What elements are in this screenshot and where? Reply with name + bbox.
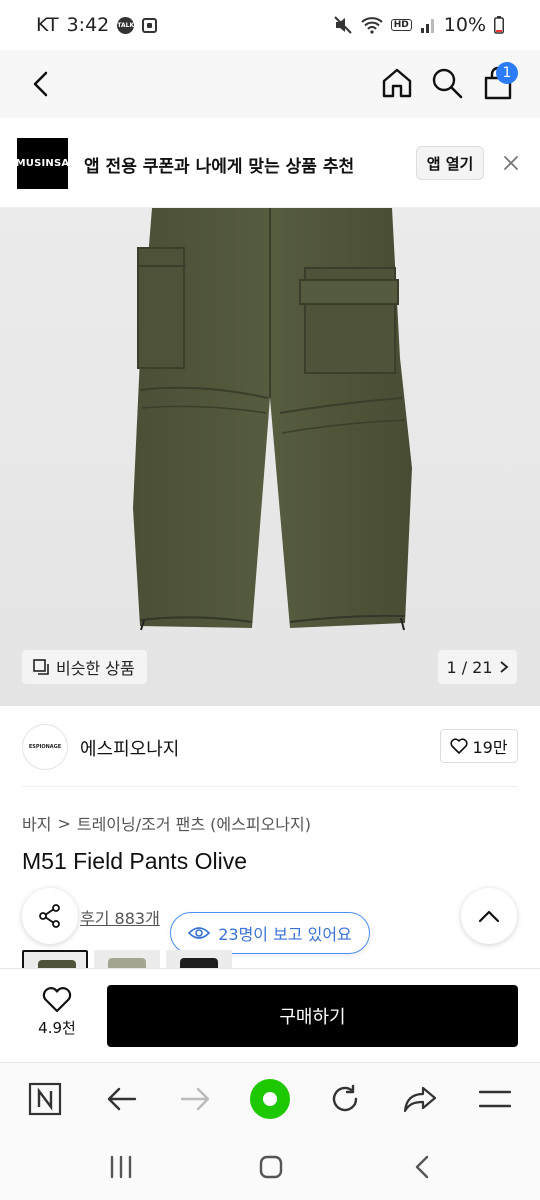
brand-like-button[interactable]: 19만 bbox=[440, 729, 518, 763]
notification-icon bbox=[142, 17, 158, 33]
viewers-chip: 23명이 보고 있어요 bbox=[170, 912, 370, 954]
carrier-label: KT bbox=[36, 14, 59, 36]
battery-icon bbox=[494, 16, 504, 34]
home-icon[interactable] bbox=[380, 66, 414, 100]
color-thumbnail-black[interactable] bbox=[166, 950, 232, 968]
naver-green-dot-icon[interactable] bbox=[250, 1079, 290, 1119]
product-title: M51 Field Pants Olive bbox=[22, 848, 247, 874]
divider bbox=[22, 786, 518, 787]
breadcrumb-category[interactable]: 바지 bbox=[22, 811, 51, 835]
status-left: KT 3:42 TALK bbox=[36, 14, 158, 36]
brand-row: ESPIONAGE 에스피오나지 19만 bbox=[0, 706, 540, 786]
brand-like-count: 19만 bbox=[472, 738, 508, 757]
scroll-to-top-button[interactable] bbox=[461, 888, 517, 944]
system-back-icon[interactable] bbox=[408, 1152, 438, 1182]
color-option-thumbnails bbox=[22, 950, 232, 968]
kakaotalk-icon: TALK bbox=[117, 16, 135, 34]
back-arrow-icon[interactable] bbox=[26, 68, 58, 100]
buy-button[interactable]: 구매하기 bbox=[107, 985, 518, 1047]
thumbnail-swatch bbox=[38, 960, 76, 968]
naver-home-icon[interactable] bbox=[25, 1079, 65, 1119]
recent-apps-icon[interactable] bbox=[106, 1152, 136, 1182]
cart-count-badge: 1 bbox=[496, 62, 518, 84]
wifi-icon bbox=[361, 17, 383, 34]
talk-badge-text: TALK bbox=[117, 21, 135, 29]
viewers-text: 23명이 보고 있어요 bbox=[218, 925, 352, 944]
breadcrumb: 바지 > 트레이닝/조거 팬츠 (에스피오나지) bbox=[22, 811, 311, 835]
wishlist-count: 4.9천 bbox=[38, 1019, 76, 1037]
color-thumbnail-beige[interactable] bbox=[94, 950, 160, 968]
brand-name[interactable]: 에스피오나지 bbox=[80, 735, 179, 761]
review-count-link[interactable]: 후기 883개 bbox=[80, 905, 160, 929]
share-button[interactable] bbox=[22, 888, 78, 944]
similar-products-button[interactable]: 비슷한 상품 bbox=[22, 650, 147, 684]
pager-text: 1 / 21 bbox=[446, 657, 493, 677]
chevron-right-icon bbox=[499, 661, 508, 673]
top-navigation bbox=[0, 50, 540, 118]
browser-forward-icon bbox=[176, 1079, 216, 1119]
eye-icon bbox=[188, 927, 211, 939]
browser-toolbar bbox=[0, 1062, 540, 1134]
musinsa-logo: MUSINSA bbox=[16, 138, 69, 189]
wishlist-button[interactable]: 4.9천 bbox=[32, 987, 82, 1038]
menu-icon[interactable] bbox=[475, 1079, 515, 1119]
status-bar: KT 3:42 TALK HD 10% bbox=[0, 0, 540, 50]
search-icon[interactable] bbox=[430, 66, 464, 100]
chevron-up-icon bbox=[478, 910, 500, 923]
green-dot bbox=[250, 1079, 290, 1119]
purchase-bar: 4.9천 구매하기 bbox=[0, 968, 540, 1062]
similar-products-label: 비슷한 상품 bbox=[56, 659, 135, 678]
clock: 3:42 bbox=[66, 14, 110, 36]
product-image-carousel[interactable]: 비슷한 상품 1 / 21 bbox=[0, 208, 540, 706]
brand-logo[interactable]: ESPIONAGE bbox=[22, 724, 68, 770]
breadcrumb-subcategory[interactable]: 트레이닝/조거 팬츠 (에스피오나지) bbox=[77, 811, 311, 835]
system-navigation-bar bbox=[0, 1134, 540, 1200]
refresh-icon[interactable] bbox=[325, 1079, 365, 1119]
breadcrumb-separator: > bbox=[57, 813, 71, 833]
product-photo bbox=[133, 208, 412, 631]
signal-icon bbox=[420, 19, 434, 33]
heart-icon bbox=[450, 738, 468, 754]
browser-back-icon[interactable] bbox=[101, 1079, 141, 1119]
app-install-banner: MUSINSA 앱 전용 쿠폰과 나에게 맞는 상품 추천 앱 열기 bbox=[0, 118, 540, 208]
share-arrow-icon[interactable] bbox=[400, 1079, 440, 1119]
image-pager[interactable]: 1 / 21 bbox=[438, 650, 517, 684]
close-icon[interactable] bbox=[503, 155, 519, 171]
hd-icon: HD bbox=[390, 19, 412, 31]
open-app-button[interactable]: 앱 열기 bbox=[416, 146, 484, 180]
share-icon bbox=[39, 904, 60, 928]
thumbnail-swatch bbox=[108, 958, 146, 968]
home-button-icon[interactable] bbox=[256, 1152, 286, 1182]
copy-icon bbox=[33, 659, 49, 675]
battery-percent: 10% bbox=[443, 14, 486, 36]
banner-message: 앱 전용 쿠폰과 나에게 맞는 상품 추천 bbox=[84, 157, 355, 177]
color-thumbnail-olive[interactable] bbox=[22, 950, 88, 968]
heart-icon bbox=[42, 987, 72, 1013]
thumbnail-swatch bbox=[180, 958, 218, 968]
status-right: HD 10% bbox=[333, 14, 504, 36]
mute-icon bbox=[334, 16, 352, 34]
